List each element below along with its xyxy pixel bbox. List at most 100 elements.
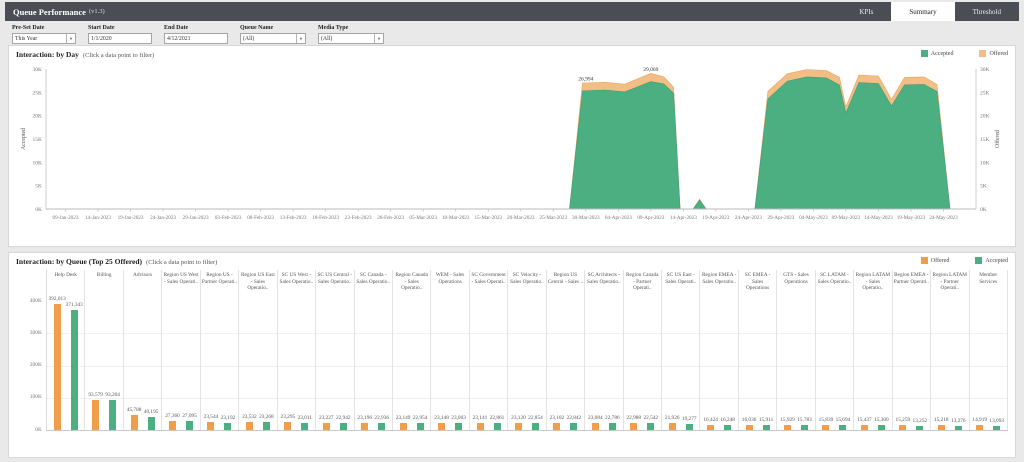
offered-bar[interactable] (361, 423, 369, 430)
offered-bar[interactable] (438, 423, 446, 430)
accepted-bar[interactable] (224, 423, 232, 430)
accepted-bar[interactable] (262, 422, 270, 430)
offered-bar[interactable] (476, 423, 484, 430)
y-tick-label: 30K (33, 67, 43, 73)
offered-bar[interactable] (976, 425, 984, 430)
accepted-bar[interactable] (109, 400, 117, 430)
offered-bar[interactable] (322, 423, 330, 430)
accepted-bar[interactable] (455, 423, 463, 430)
tab-kpis[interactable]: KPIs (841, 2, 891, 21)
day-chart-note: (Click a data point to filter) (82, 52, 155, 59)
preset-date-select[interactable]: This Year ▼ (12, 33, 76, 44)
accepted-bar[interactable] (954, 426, 962, 430)
offered-bar[interactable] (284, 422, 292, 430)
offered-bar[interactable] (92, 400, 100, 430)
accepted-bar[interactable] (531, 423, 539, 430)
media-type-select[interactable]: (All) ▼ (318, 33, 384, 44)
y-tick-label: 0K (35, 207, 42, 213)
offered-bar[interactable] (745, 425, 753, 430)
offered-value-label: 15,218 (933, 417, 949, 423)
x-tick-label: 13-Feb-2023 (280, 215, 307, 221)
accepted-bar[interactable] (416, 423, 424, 430)
offered-bar[interactable] (514, 423, 522, 430)
start-date-input[interactable] (88, 33, 152, 44)
accepted-bar[interactable] (993, 426, 1001, 430)
accepted-bar[interactable] (70, 310, 78, 430)
offered-bar[interactable] (53, 304, 61, 430)
accepted-bar[interactable] (647, 423, 655, 430)
offered-bar[interactable] (822, 425, 830, 430)
tab-threshold[interactable]: Threshold (955, 2, 1019, 21)
end-date-input[interactable] (164, 33, 228, 44)
offered-bar[interactable] (207, 422, 215, 430)
queue-bars: 15,929 15,783 (777, 301, 814, 430)
offered-bar[interactable] (784, 425, 792, 430)
legend-accepted[interactable]: Accepted (975, 257, 1008, 264)
accepted-bar[interactable] (147, 417, 155, 430)
end-date-label: End Date (164, 25, 189, 31)
accepted-value-label: 13,252 (912, 418, 928, 424)
offered-bar[interactable] (130, 415, 138, 430)
legend-offered[interactable]: Offered (979, 50, 1008, 57)
accepted-bar[interactable] (839, 425, 847, 430)
offered-bar[interactable] (707, 425, 715, 430)
x-tick-label: 19-Apr-2023 (702, 215, 729, 221)
accepted-area[interactable] (65, 76, 977, 210)
accepted-bar[interactable] (301, 423, 309, 430)
tab-summary[interactable]: Summary (891, 2, 955, 21)
queue-category-label: GTS - Sales Operations (783, 272, 809, 285)
queue-category-label: Region EMEA - Partner Operati.. (893, 272, 929, 285)
offered-bar[interactable] (399, 423, 407, 430)
offered-value-label: 21,926 (664, 415, 680, 421)
y-tick-label: 0K (980, 207, 987, 213)
offered-bar[interactable] (630, 423, 638, 430)
accepted-bar[interactable] (608, 423, 616, 430)
queue-name-value: (All) (243, 35, 255, 42)
accepted-bar[interactable] (762, 425, 770, 430)
accepted-value-label: 23,003 (451, 415, 466, 421)
offered-bar[interactable] (169, 421, 177, 430)
accepted-bar[interactable] (570, 423, 578, 430)
queue-category-label: SC Canada - Sales Operatio.. (356, 272, 391, 285)
queue-bars: 23,148 23,003 (431, 301, 468, 430)
x-tick-label: 10-Mar-2023 (442, 215, 470, 221)
queue-name-select[interactable]: (All) ▼ (240, 33, 306, 44)
queue-category-label: Region Canada - Sales Operatio.. (395, 272, 428, 292)
queue-category-label: Region Canada - Partner Operati.. (626, 272, 659, 292)
accepted-bar[interactable] (493, 423, 501, 430)
accepted-value-label: 13,276 (950, 418, 966, 424)
queue-category-label: Member Services (979, 272, 998, 285)
offered-bar[interactable] (668, 423, 676, 430)
accepted-value-label: 22,861 (489, 415, 505, 421)
interaction-by-day-panel: Interaction: by Day (Click a data point … (8, 45, 1016, 247)
offered-bar[interactable] (245, 422, 253, 430)
legend-accepted[interactable]: Accepted (920, 50, 953, 57)
offered-bar[interactable] (591, 423, 599, 430)
x-tick-label: 28-Feb-2023 (377, 215, 404, 221)
queue-group: SC Velocity - Sales Operatio.. 23,120 22,8… (508, 270, 547, 430)
queue-chart-legend: Offered Accepted (920, 257, 1008, 264)
accepted-bar[interactable] (724, 425, 732, 430)
offered-bar[interactable] (899, 425, 907, 430)
accepted-bar[interactable] (186, 421, 194, 430)
queue-bars: 45,788 40,195 (124, 301, 161, 430)
accepted-bar[interactable] (685, 424, 693, 430)
queue-group: Region US Central - Sales .. 23,102 22,842 (547, 270, 586, 430)
legend-offered[interactable]: Offered (920, 257, 949, 264)
queue-group: SC EMEA - Sales Operations 16,036 15,911 (739, 270, 778, 430)
accepted-value-label: 22,942 (335, 415, 351, 421)
interaction-by-queue-panel: Interaction: by Queue (Top 25 Offered) (… (8, 252, 1016, 458)
offered-bar[interactable] (937, 425, 945, 430)
accepted-bar[interactable] (877, 425, 885, 430)
y-tick-label: 10K (33, 160, 43, 166)
accepted-bar[interactable] (916, 426, 924, 430)
queue-group: Region Canada - Sales Operatio.. 23,149 22… (393, 270, 432, 430)
queue-category-label: Advisors (133, 272, 153, 278)
accepted-value-label: 22,936 (374, 415, 390, 421)
accepted-bar[interactable] (801, 425, 809, 430)
offered-bar[interactable] (860, 425, 868, 430)
accepted-bar[interactable] (378, 423, 386, 430)
offered-bar[interactable] (553, 423, 561, 430)
offered-value-label: 14,919 (972, 417, 988, 423)
accepted-bar[interactable] (339, 423, 347, 430)
